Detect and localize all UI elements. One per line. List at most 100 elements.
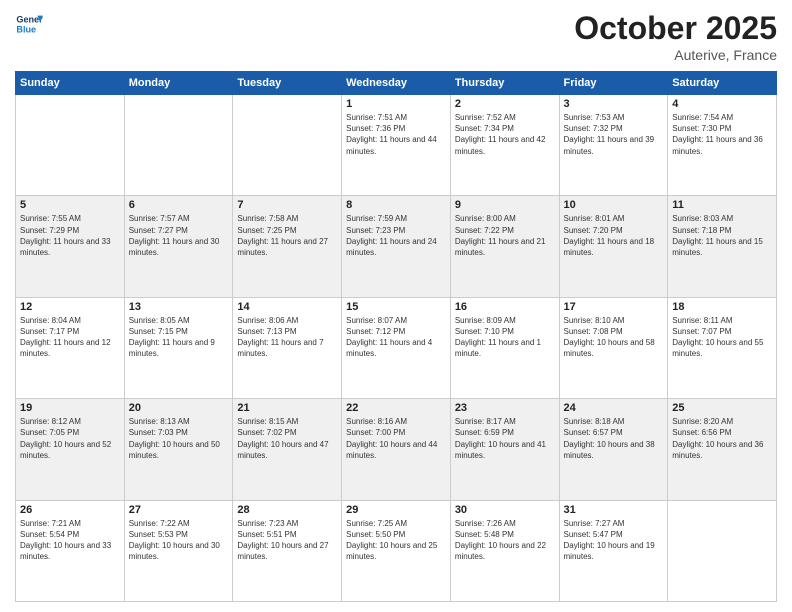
day-number: 31: [564, 504, 664, 516]
day-cell: 31 Sunrise: 7:27 AMSunset: 5:47 PMDayligh…: [559, 500, 668, 601]
day-number: 20: [129, 402, 229, 414]
svg-text:Blue: Blue: [16, 24, 36, 34]
day-number: 30: [455, 504, 555, 516]
week-row-3: 12Sunrise: 8:04 AMSunset: 7:17 PMDayligh…: [16, 297, 777, 398]
day-detail: Sunrise: 8:16 AMSunset: 7:00 PMDaylight:…: [346, 416, 446, 461]
day-cell: 15Sunrise: 8:07 AMSunset: 7:12 PMDayligh…: [342, 297, 451, 398]
day-detail: Sunrise: 8:15 AMSunset: 7:02 PMDaylight:…: [237, 416, 337, 461]
day-cell: 19 Sunrise: 8:12 AMSunset: 7:05 PMDayligh…: [16, 399, 125, 500]
day-cell: 30 Sunrise: 7:26 AMSunset: 5:48 PMDayligh…: [450, 500, 559, 601]
weekday-saturday: Saturday: [668, 72, 777, 95]
day-detail: Sunrise: 7:52 AMSunset: 7:34 PMDaylight:…: [455, 112, 555, 157]
day-detail: Sunrise: 7:55 AMSunset: 7:29 PMDaylight:…: [20, 213, 120, 258]
day-detail: Sunrise: 8:10 AMSunset: 7:08 PMDaylight:…: [564, 315, 664, 360]
logo: General Blue: [15, 10, 43, 38]
day-detail: Sunrise: 8:07 AMSunset: 7:12 PMDaylight:…: [346, 315, 446, 360]
day-detail: Sunrise: 8:12 AMSunset: 7:05 PMDaylight:…: [20, 416, 120, 461]
day-number: 17: [564, 301, 664, 313]
day-cell: 22 Sunrise: 8:16 AMSunset: 7:00 PMDayligh…: [342, 399, 451, 500]
day-detail: Sunrise: 8:11 AMSunset: 7:07 PMDaylight:…: [672, 315, 772, 360]
day-cell: 12Sunrise: 8:04 AMSunset: 7:17 PMDayligh…: [16, 297, 125, 398]
day-cell: 3 Sunrise: 7:53 AMSunset: 7:32 PMDaylight…: [559, 95, 668, 196]
day-cell: [16, 95, 125, 196]
day-number: 3: [564, 98, 664, 110]
day-cell: 13 Sunrise: 8:05 AMSunset: 7:15 PMDayligh…: [124, 297, 233, 398]
day-detail: Sunrise: 8:20 AMSunset: 6:56 PMDaylight:…: [672, 416, 772, 461]
day-number: 6: [129, 199, 229, 211]
day-number: 22: [346, 402, 446, 414]
calendar-table: SundayMondayTuesdayWednesdayThursdayFrid…: [15, 71, 777, 602]
day-cell: 7 Sunrise: 7:58 AMSunset: 7:25 PMDaylight…: [233, 196, 342, 297]
day-number: 8: [346, 199, 446, 211]
day-detail: Sunrise: 8:09 AMSunset: 7:10 PMDaylight:…: [455, 315, 555, 360]
day-detail: Sunrise: 8:06 AMSunset: 7:13 PMDaylight:…: [237, 315, 337, 360]
day-cell: 8 Sunrise: 7:59 AMSunset: 7:23 PMDaylight…: [342, 196, 451, 297]
day-cell: 24 Sunrise: 8:18 AMSunset: 6:57 PMDayligh…: [559, 399, 668, 500]
day-number: 24: [564, 402, 664, 414]
day-detail: Sunrise: 8:05 AMSunset: 7:15 PMDaylight:…: [129, 315, 229, 360]
day-cell: 20 Sunrise: 8:13 AMSunset: 7:03 PMDayligh…: [124, 399, 233, 500]
day-detail: Sunrise: 7:25 AMSunset: 5:50 PMDaylight:…: [346, 518, 446, 563]
day-detail: Sunrise: 7:23 AMSunset: 5:51 PMDaylight:…: [237, 518, 337, 563]
day-cell: 25 Sunrise: 8:20 AMSunset: 6:56 PMDayligh…: [668, 399, 777, 500]
day-number: 10: [564, 199, 664, 211]
day-number: 27: [129, 504, 229, 516]
day-cell: 2 Sunrise: 7:52 AMSunset: 7:34 PMDaylight…: [450, 95, 559, 196]
day-number: 28: [237, 504, 337, 516]
day-cell: 4 Sunrise: 7:54 AMSunset: 7:30 PMDaylight…: [668, 95, 777, 196]
day-detail: Sunrise: 8:13 AMSunset: 7:03 PMDaylight:…: [129, 416, 229, 461]
weekday-header-row: SundayMondayTuesdayWednesdayThursdayFrid…: [16, 72, 777, 95]
day-detail: Sunrise: 8:03 AMSunset: 7:18 PMDaylight:…: [672, 213, 772, 258]
day-cell: 21Sunrise: 8:15 AMSunset: 7:02 PMDayligh…: [233, 399, 342, 500]
day-detail: Sunrise: 7:58 AMSunset: 7:25 PMDaylight:…: [237, 213, 337, 258]
day-number: 1: [346, 98, 446, 110]
day-detail: Sunrise: 7:59 AMSunset: 7:23 PMDaylight:…: [346, 213, 446, 258]
day-cell: 11Sunrise: 8:03 AMSunset: 7:18 PMDayligh…: [668, 196, 777, 297]
day-number: 2: [455, 98, 555, 110]
day-detail: Sunrise: 8:00 AMSunset: 7:22 PMDaylight:…: [455, 213, 555, 258]
day-number: 29: [346, 504, 446, 516]
day-number: 7: [237, 199, 337, 211]
day-number: 5: [20, 199, 120, 211]
weekday-wednesday: Wednesday: [342, 72, 451, 95]
day-number: 4: [672, 98, 772, 110]
day-number: 26: [20, 504, 120, 516]
day-detail: Sunrise: 8:01 AMSunset: 7:20 PMDaylight:…: [564, 213, 664, 258]
weekday-thursday: Thursday: [450, 72, 559, 95]
day-cell: 10 Sunrise: 8:01 AMSunset: 7:20 PMDayligh…: [559, 196, 668, 297]
weekday-tuesday: Tuesday: [233, 72, 342, 95]
day-cell: 6Sunrise: 7:57 AMSunset: 7:27 PMDaylight…: [124, 196, 233, 297]
week-row-2: 5 Sunrise: 7:55 AMSunset: 7:29 PMDaylight…: [16, 196, 777, 297]
day-cell: [668, 500, 777, 601]
day-number: 13: [129, 301, 229, 313]
day-cell: 17 Sunrise: 8:10 AMSunset: 7:08 PMDayligh…: [559, 297, 668, 398]
location: Auterive, France: [574, 47, 777, 63]
day-detail: Sunrise: 7:53 AMSunset: 7:32 PMDaylight:…: [564, 112, 664, 157]
day-detail: Sunrise: 7:27 AMSunset: 5:47 PMDaylight:…: [564, 518, 664, 563]
day-cell: 16 Sunrise: 8:09 AMSunset: 7:10 PMDayligh…: [450, 297, 559, 398]
day-detail: Sunrise: 7:54 AMSunset: 7:30 PMDaylight:…: [672, 112, 772, 157]
day-cell: 18 Sunrise: 8:11 AMSunset: 7:07 PMDayligh…: [668, 297, 777, 398]
month-title: October 2025: [574, 10, 777, 47]
day-cell: 23Sunrise: 8:17 AMSunset: 6:59 PMDayligh…: [450, 399, 559, 500]
day-cell: 5 Sunrise: 7:55 AMSunset: 7:29 PMDaylight…: [16, 196, 125, 297]
day-number: 9: [455, 199, 555, 211]
day-cell: [233, 95, 342, 196]
day-detail: Sunrise: 8:18 AMSunset: 6:57 PMDaylight:…: [564, 416, 664, 461]
weekday-monday: Monday: [124, 72, 233, 95]
day-number: 18: [672, 301, 772, 313]
day-number: 19: [20, 402, 120, 414]
day-number: 23: [455, 402, 555, 414]
weekday-friday: Friday: [559, 72, 668, 95]
week-row-1: 1Sunrise: 7:51 AMSunset: 7:36 PMDaylight…: [16, 95, 777, 196]
weekday-sunday: Sunday: [16, 72, 125, 95]
day-cell: 27Sunrise: 7:22 AMSunset: 5:53 PMDayligh…: [124, 500, 233, 601]
day-detail: Sunrise: 7:21 AMSunset: 5:54 PMDaylight:…: [20, 518, 120, 563]
header: General Blue October 2025 Auterive, Fran…: [15, 10, 777, 63]
day-number: 16: [455, 301, 555, 313]
day-detail: Sunrise: 7:26 AMSunset: 5:48 PMDaylight:…: [455, 518, 555, 563]
day-cell: 9 Sunrise: 8:00 AMSunset: 7:22 PMDaylight…: [450, 196, 559, 297]
day-cell: [124, 95, 233, 196]
day-number: 25: [672, 402, 772, 414]
day-detail: Sunrise: 8:04 AMSunset: 7:17 PMDaylight:…: [20, 315, 120, 360]
